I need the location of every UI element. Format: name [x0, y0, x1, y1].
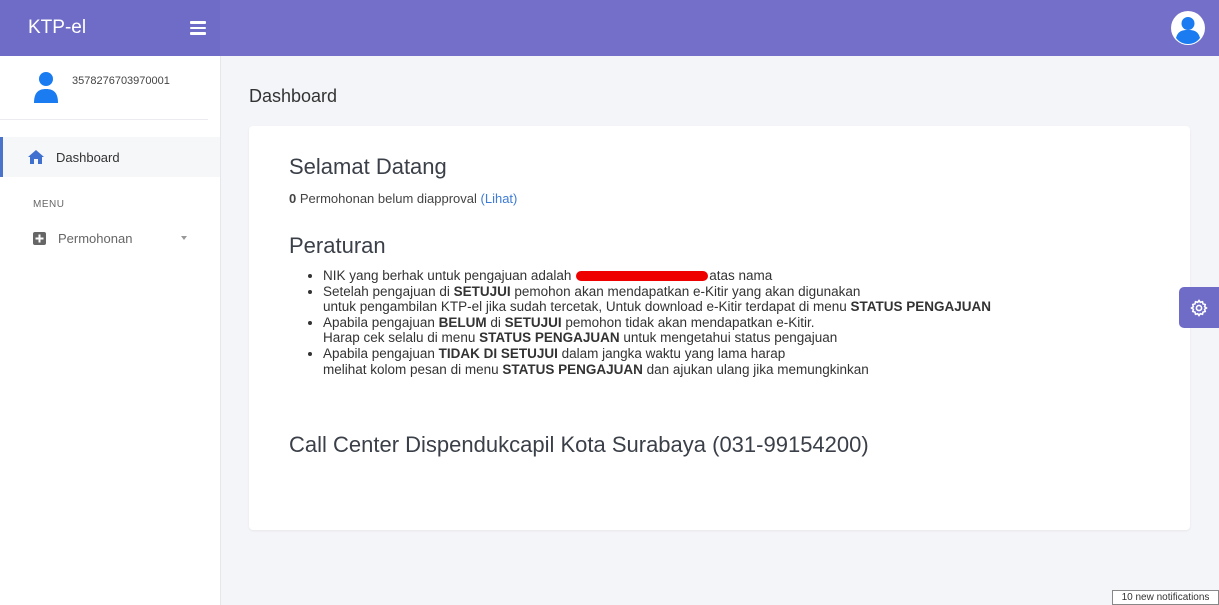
notifications-badge[interactable]: 10 new notifications: [1112, 590, 1219, 605]
rule-text: dan ajukan ulang jika memungkinkan: [642, 361, 869, 377]
rules-list: NIK yang berhak untuk pengajuan adalah a…: [305, 268, 1183, 377]
rule-bold: SETUJUI: [504, 314, 562, 330]
sidebar: KTP-el 3578276703970001 Dashboard MENU P…: [0, 0, 221, 605]
rule-text: untuk pengambilan KTP-el jika sudah terc…: [323, 299, 851, 315]
chevron-down-icon: [181, 236, 187, 240]
settings-button[interactable]: [1179, 287, 1219, 328]
plus-square-icon: [33, 231, 46, 245]
pending-text: Permohonan belum diapproval: [296, 191, 481, 206]
rule-text: untuk mengetahui status pengajuan: [619, 330, 838, 346]
hamburger-menu-icon[interactable]: [190, 21, 206, 35]
rule-text: di: [486, 314, 505, 330]
list-item: Setelah pengajuan di SETUJUI pemohon aka…: [323, 284, 1183, 315]
redacted-nik: [576, 271, 709, 281]
brand-title[interactable]: KTP-el: [28, 17, 86, 39]
sidebar-item-permohonan[interactable]: Permohonan: [0, 218, 220, 258]
brand-bar: KTP-el: [0, 0, 220, 56]
pending-summary: 0 Permohonan belum diapproval (Lihat): [289, 191, 517, 206]
sidebar-item-dashboard[interactable]: Dashboard: [0, 137, 220, 177]
rule-text: pemohon akan mendapatkan e-Kitir yang ak…: [510, 283, 861, 299]
rule-text: atas nama: [709, 268, 773, 283]
view-pending-link[interactable]: (Lihat): [481, 191, 518, 206]
rule-text: Apabila pengajuan: [323, 314, 439, 330]
user-panel: 3578276703970001: [0, 56, 208, 120]
rule-text: NIK yang berhak untuk pengajuan adalah: [323, 268, 576, 283]
rule-text: dalam jangka waktu yang lama harap: [557, 345, 786, 361]
rule-text: melihat kolom pesan di menu: [323, 361, 503, 377]
sidebar-item-label: Dashboard: [56, 149, 120, 165]
gear-icon: [1190, 299, 1208, 317]
user-id: 3578276703970001: [72, 75, 170, 87]
list-item: Apabila pengajuan TIDAK DI SETUJUI dalam…: [323, 346, 1183, 377]
list-item: Apabila pengajuan BELUM di SETUJUI pemoh…: [323, 315, 1183, 346]
home-icon: [28, 150, 44, 164]
rule-text: Setelah pengajuan di: [323, 283, 454, 299]
page-title: Dashboard: [249, 86, 338, 106]
rule-text: pemohon tidak akan mendapatkan e-Kitir.: [561, 314, 815, 330]
welcome-heading: Selamat Datang: [289, 154, 447, 179]
rule-text: Apabila pengajuan: [323, 345, 439, 361]
user-account-icon[interactable]: [1171, 11, 1205, 45]
rule-bold: SETUJUI: [453, 283, 511, 299]
list-item: NIK yang berhak untuk pengajuan adalah a…: [323, 268, 1183, 284]
user-avatar-icon: [34, 72, 58, 103]
dashboard-card: Selamat Datang 0 Permohonan belum diappr…: [249, 126, 1190, 530]
menu-header: MENU: [33, 199, 65, 210]
call-center-heading: Call Center Dispendukcapil Kota Surabaya…: [289, 432, 869, 457]
rule-text: Harap cek selalu di menu: [323, 330, 480, 346]
topbar: [220, 0, 1219, 56]
rule-bold: STATUS PENGAJUAN: [850, 299, 992, 315]
rules-heading: Peraturan: [289, 233, 386, 258]
rule-bold: STATUS PENGAJUAN: [479, 330, 620, 346]
rule-bold: BELUM: [438, 314, 487, 330]
rule-bold: TIDAK DI SETUJUI: [438, 345, 558, 361]
rule-bold: STATUS PENGAJUAN: [502, 361, 643, 377]
sidebar-item-label: Permohonan: [58, 230, 133, 246]
